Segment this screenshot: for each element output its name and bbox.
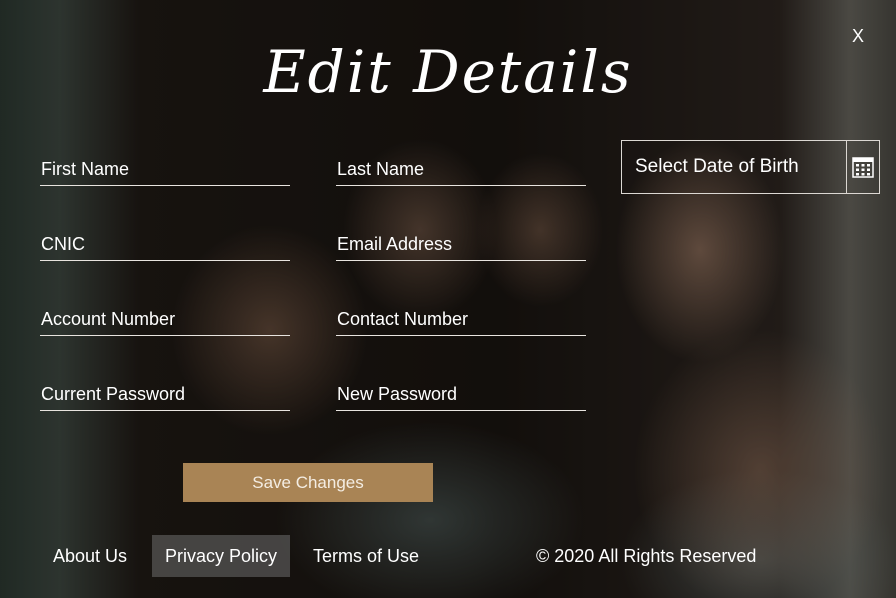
email-field [336, 229, 586, 261]
email-input[interactable] [336, 229, 586, 259]
footer-link-about-us[interactable]: About Us [40, 535, 140, 577]
new-password-field [336, 379, 586, 411]
first-name-field [40, 154, 290, 186]
save-changes-button[interactable]: Save Changes [183, 463, 433, 502]
footer-link-privacy-policy[interactable]: Privacy Policy [152, 535, 291, 577]
current-password-input[interactable] [40, 379, 290, 409]
date-of-birth-picker[interactable]: Select Date of Birth [621, 140, 880, 194]
date-of-birth-input[interactable]: Select Date of Birth [622, 141, 847, 193]
copyright-text: © 2020 All Rights Reserved [536, 546, 757, 566]
last-name-input[interactable] [336, 154, 586, 184]
contact-number-input[interactable] [336, 304, 586, 334]
calendar-icon [852, 157, 874, 178]
contact-number-field [336, 304, 586, 336]
account-number-input[interactable] [40, 304, 290, 334]
new-password-input[interactable] [336, 379, 586, 409]
last-name-field [336, 154, 586, 186]
first-name-input[interactable] [40, 154, 290, 184]
calendar-button[interactable] [847, 141, 879, 193]
current-password-field [40, 379, 290, 411]
footer-link-terms-of-use[interactable]: Terms of Use [300, 535, 432, 577]
page-title: Edit Details [263, 38, 633, 106]
cnic-field [40, 229, 290, 261]
cnic-input[interactable] [40, 229, 290, 259]
account-number-field [40, 304, 290, 336]
